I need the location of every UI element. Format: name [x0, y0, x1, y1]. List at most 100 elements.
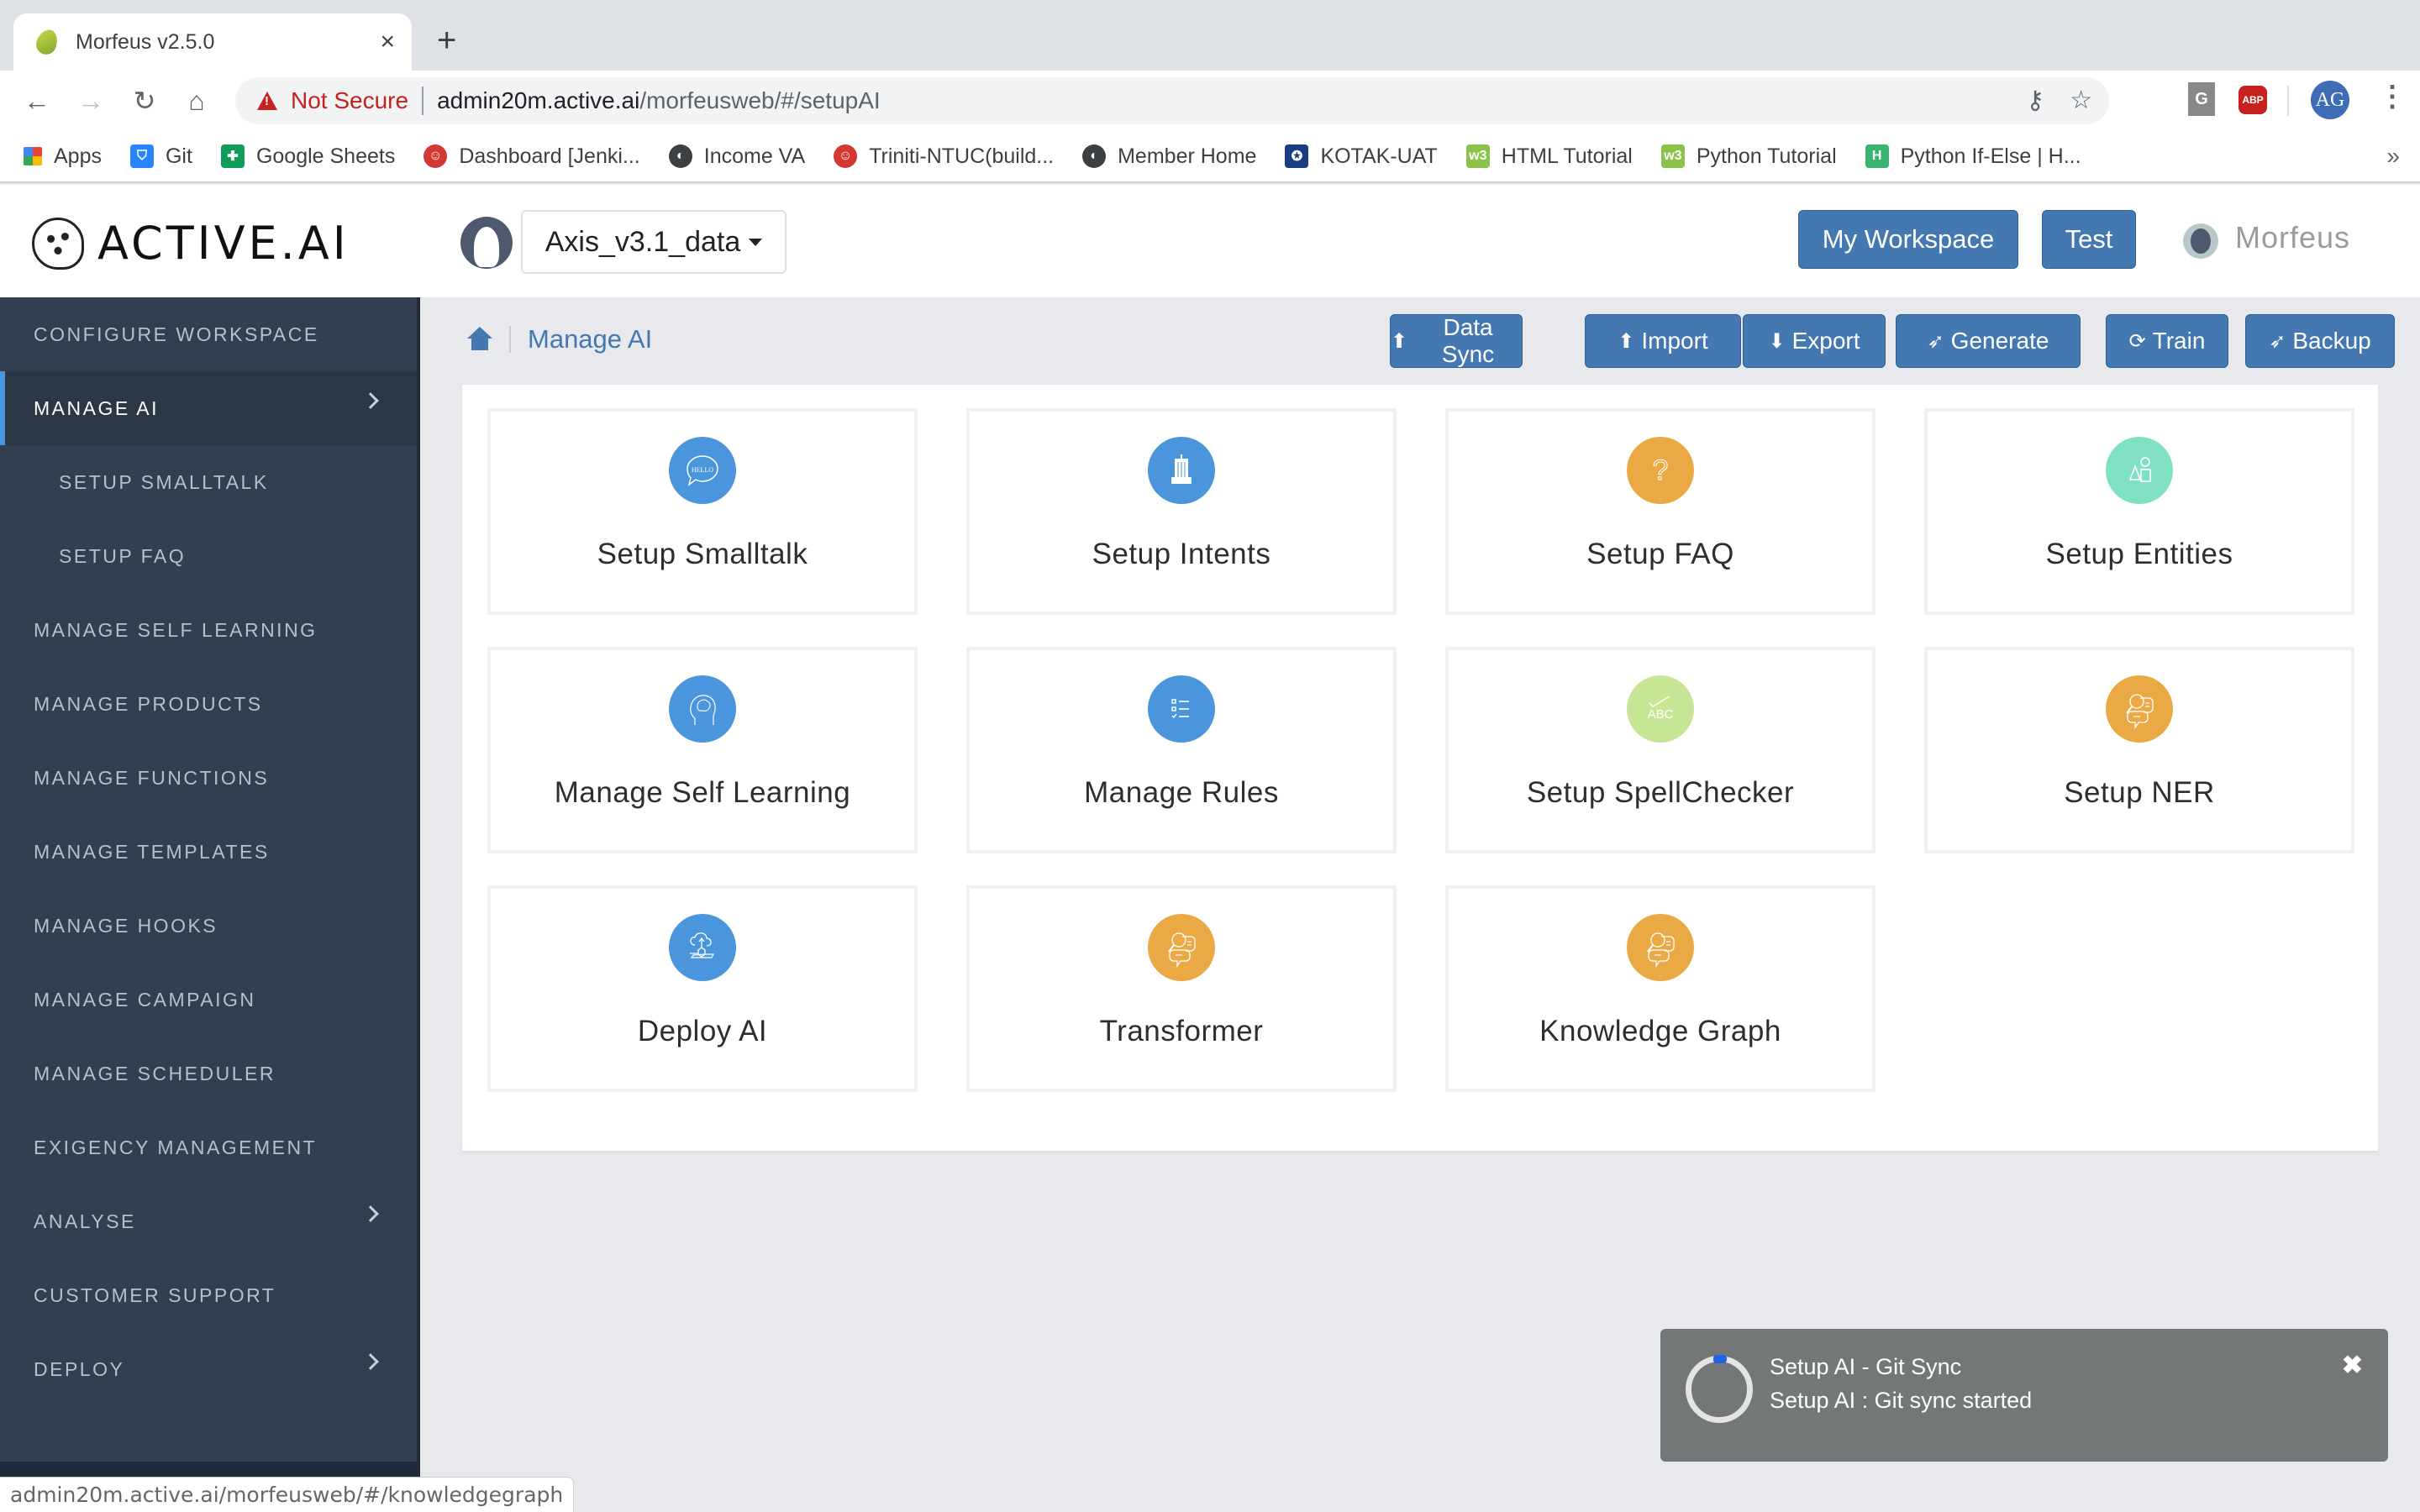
bookmark-item[interactable]: w3 Python Tutorial	[1660, 144, 1837, 169]
sidebar-item-deploy[interactable]: Deploy	[0, 1332, 417, 1406]
export-button[interactable]: ⬇ Export	[1743, 314, 1886, 368]
sidebar-item-setup-faq[interactable]: Setup FAQ	[0, 519, 417, 593]
train-button[interactable]: ⟳ Train	[2106, 314, 2228, 368]
key-icon[interactable]: ⚷	[2026, 86, 2044, 115]
test-button[interactable]: Test	[2042, 210, 2136, 269]
user-name[interactable]: Morfeus	[2235, 220, 2350, 255]
reload-icon[interactable]: ↻	[126, 82, 163, 119]
bookmark-label: KOTAK-UAT	[1320, 144, 1438, 168]
w3schools-icon: w3	[1465, 144, 1490, 168]
home-icon[interactable]	[467, 327, 492, 352]
sidebar-item-manage-products[interactable]: Manage Products	[0, 667, 417, 741]
sidebar-item-manage-self-learning[interactable]: Manage Self Learning	[0, 593, 417, 667]
app-header: ACTIVE.AI Axis_v3.1_data My Workspace Te…	[0, 185, 2420, 297]
sidebar-item-customer-support[interactable]: Customer Support	[0, 1258, 417, 1332]
bookmark-item[interactable]: ☺ Dashboard [Jenki...	[424, 144, 640, 169]
user-avatar-icon[interactable]	[2183, 223, 2218, 259]
sidebar-item-exigency-management[interactable]: Exigency Management	[0, 1110, 417, 1184]
grammarly-extension-icon[interactable]: G	[2188, 82, 2215, 116]
card-setup-intents[interactable]: Setup Intents	[966, 408, 1397, 615]
adblock-extension-icon[interactable]: ABP	[2238, 86, 2267, 114]
bookmark-item[interactable]: ✚ Google Sheets	[220, 144, 395, 169]
card-manage-self-learning[interactable]: Manage Self Learning	[487, 647, 918, 853]
card-label: Setup Intents	[1092, 538, 1271, 570]
card-label: Setup Entities	[2045, 538, 2233, 570]
bookmark-item[interactable]: ◐ Member Home	[1082, 144, 1256, 169]
breadcrumb-current[interactable]: Manage AI	[528, 324, 652, 354]
refresh-icon: ⟳	[2128, 329, 2146, 353]
breadcrumb-divider	[509, 326, 511, 353]
card-label: Manage Rules	[1084, 776, 1279, 809]
bookmark-item[interactable]: H Python If-Else | H...	[1865, 144, 2081, 169]
browser-tab[interactable]: Morfeus v2.5.0 ×	[13, 13, 412, 71]
card-setup-entities[interactable]: Setup Entities	[1924, 408, 2354, 615]
chevron-right-icon	[362, 1205, 379, 1222]
bookmark-item[interactable]: ⛉ Git	[129, 144, 192, 169]
logo[interactable]: ACTIVE.AI	[32, 217, 350, 270]
sidebar-item-label: Exigency Management	[34, 1136, 318, 1158]
loading-spinner-icon	[1686, 1355, 1753, 1423]
tab-close-icon[interactable]: ×	[380, 29, 395, 55]
back-arrow-icon[interactable]: ←	[18, 82, 55, 119]
forward-arrow-icon[interactable]: →	[72, 82, 109, 119]
backup-button[interactable]: ➶ Backup	[2245, 314, 2395, 368]
sidebar-item-manage-scheduler[interactable]: Manage Scheduler	[0, 1037, 417, 1110]
bookmark-label: Triniti-NTUC(build...	[869, 144, 1055, 168]
bookmark-item[interactable]: Apps	[24, 144, 102, 169]
card-setup-faq[interactable]: ? Setup FAQ	[1445, 408, 1876, 615]
sidebar-item-label: Manage Products	[34, 692, 263, 715]
sidebar-item-analyse[interactable]: Analyse	[0, 1184, 417, 1258]
breadcrumb: Manage AI	[467, 323, 652, 356]
home-icon[interactable]: ⌂	[178, 82, 215, 119]
bookmark-item[interactable]: ◐ Income VA	[668, 144, 805, 169]
bookmark-item[interactable]: ✪ KOTAK-UAT	[1285, 144, 1438, 169]
button-label: Generate	[1950, 328, 2049, 354]
bookmark-item[interactable]: w3 HTML Tutorial	[1465, 144, 1633, 169]
card-setup-smalltalk[interactable]: HELLO Setup Smalltalk	[487, 408, 918, 615]
card-manage-rules[interactable]: Manage Rules	[966, 647, 1397, 853]
jenkins-icon: ☺	[424, 144, 448, 168]
sidebar-item-label: Customer Support	[34, 1284, 276, 1306]
sidebar-item-manage-functions[interactable]: Manage Functions	[0, 741, 417, 815]
security-label[interactable]: Not Secure	[291, 87, 408, 114]
star-icon[interactable]: ☆	[2070, 86, 2092, 115]
generate-button[interactable]: ➶ Generate	[1896, 314, 2081, 368]
workspace-dropdown[interactable]: Axis_v3.1_data	[521, 210, 786, 274]
card-deploy-ai[interactable]: Deploy AI	[487, 885, 918, 1092]
data-sync-button[interactable]: ⬆ Data Sync	[1390, 314, 1523, 368]
card-knowledge-graph[interactable]: Knowledge Graph	[1445, 885, 1876, 1092]
jenkins-icon: ☺	[834, 144, 858, 168]
bookmarks-bar: Apps ⛉ Git ✚ Google Sheets ☺ Dashboard [Jenki.…	[0, 131, 2420, 183]
notification-toast: Setup AI - Git Sync Setup AI : Git sync …	[1660, 1329, 2388, 1462]
omnibox-divider	[422, 87, 424, 115]
sidebar-item-manage-hooks[interactable]: Manage Hooks	[0, 889, 417, 963]
upload-icon: ⬆	[1391, 329, 1408, 353]
import-button[interactable]: ⬆ Import	[1585, 314, 1741, 368]
cloud-deploy-icon	[669, 914, 736, 981]
sidebar-item-label: Manage Scheduler	[34, 1062, 276, 1084]
rocket-icon: ➶	[2269, 329, 2286, 353]
sidebar-item-configure-workspace[interactable]: Configure Workspace	[0, 297, 417, 371]
bookmarks-overflow-icon[interactable]: »	[2386, 143, 2400, 170]
card-transformer[interactable]: Transformer	[966, 885, 1397, 1092]
profile-avatar[interactable]: AG	[2311, 81, 2349, 119]
my-workspace-button[interactable]: My Workspace	[1798, 210, 2018, 269]
sidebar-item-label: Deploy	[34, 1357, 125, 1380]
button-label: Import	[1641, 328, 1708, 354]
sidebar-item-manage-ai[interactable]: Manage AI	[0, 371, 417, 445]
sidebar-item-setup-smalltalk[interactable]: Setup Smalltalk	[0, 445, 417, 519]
bookmark-item[interactable]: ☺ Triniti-NTUC(build...	[834, 144, 1054, 169]
close-icon[interactable]: ✖	[2342, 1351, 2363, 1380]
sidebar: Configure Workspace Manage AI Setup Smallt…	[0, 297, 420, 1512]
svg-text:ABC: ABC	[1648, 707, 1674, 722]
browser-menu-icon[interactable]: ⋮	[2378, 82, 2407, 111]
address-bar[interactable]: Not Secure admin20m.active.ai /morfeuswe…	[235, 77, 2109, 124]
bookmark-label: Python Tutorial	[1696, 144, 1837, 168]
sidebar-item-manage-campaign[interactable]: Manage Campaign	[0, 963, 417, 1037]
sidebar-item-label: Manage AI	[34, 396, 160, 419]
card-setup-ner[interactable]: Setup NER	[1924, 647, 2354, 853]
new-tab-button[interactable]: +	[437, 24, 456, 57]
sidebar-item-manage-templates[interactable]: Manage Templates	[0, 815, 417, 889]
card-setup-spellchecker[interactable]: ABC Setup SpellChecker	[1445, 647, 1876, 853]
logo-text: ACTIVE.AI	[97, 217, 350, 270]
